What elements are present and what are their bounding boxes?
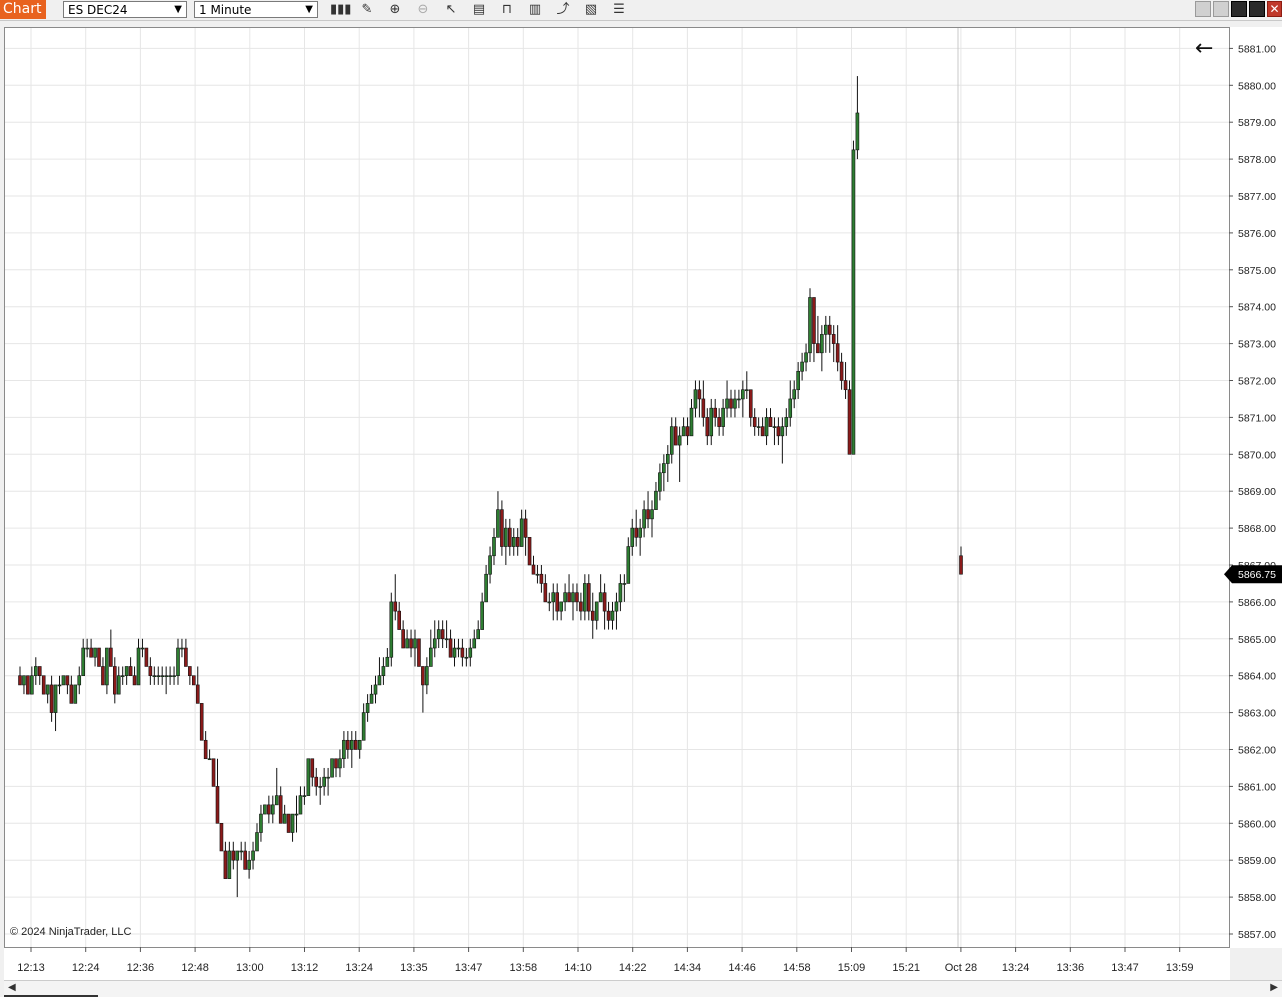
- zoom-out-icon[interactable]: ⊖: [413, 1, 433, 18]
- window-option-button[interactable]: [1195, 1, 1211, 17]
- indicator-icon[interactable]: ⊓: [497, 1, 517, 18]
- template-icon[interactable]: ▧: [581, 1, 601, 18]
- scroll-left-icon[interactable]: ◀: [8, 982, 16, 993]
- chevron-down-icon: ▼: [305, 4, 313, 15]
- chart-plot-area[interactable]: [4, 27, 1230, 948]
- draw-pencil-icon[interactable]: ✎: [357, 1, 377, 18]
- back-arrow-icon[interactable]: ←: [1195, 36, 1213, 61]
- chart-tab[interactable]: Chart: [0, 0, 46, 19]
- strategy-icon[interactable]: ▥: [525, 1, 545, 18]
- instrument-selector[interactable]: ES DEC24 ▼: [63, 1, 187, 18]
- interval-value: 1 Minute: [199, 3, 252, 17]
- window-option-button[interactable]: [1213, 1, 1229, 17]
- horizontal-scrollbar[interactable]: ◀ ▶: [4, 980, 1282, 997]
- copyright-text: © 2024 NinjaTrader, LLC: [10, 926, 132, 938]
- data-box-icon[interactable]: ▤: [469, 1, 489, 18]
- chevron-down-icon: ▼: [174, 4, 182, 15]
- bar-type-icon[interactable]: ▮▮▮: [330, 1, 351, 18]
- trend-icon[interactable]: ⤴: [553, 1, 573, 18]
- time-axis[interactable]: [4, 948, 1230, 980]
- close-button[interactable]: ✕: [1267, 1, 1282, 17]
- properties-icon[interactable]: ☰: [609, 1, 629, 18]
- pointer-icon[interactable]: ↖: [441, 1, 461, 18]
- scroll-right-icon[interactable]: ▶: [1270, 982, 1278, 993]
- interval-selector[interactable]: 1 Minute ▼: [194, 1, 318, 18]
- maximize-button[interactable]: [1249, 1, 1265, 17]
- price-axis[interactable]: [1230, 27, 1282, 948]
- zoom-in-icon[interactable]: ⊕: [385, 1, 405, 18]
- chart-toolbar: Chart ES DEC24 ▼ 1 Minute ▼ ▮▮▮ ✎ ⊕ ⊖ ↖ …: [0, 0, 1282, 21]
- minimize-button[interactable]: [1231, 1, 1247, 17]
- instrument-value: ES DEC24: [68, 3, 128, 17]
